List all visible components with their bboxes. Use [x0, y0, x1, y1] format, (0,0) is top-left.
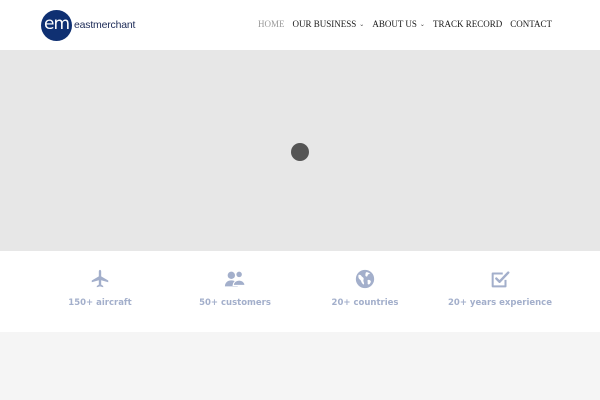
- nav-item-label: HOME: [258, 19, 285, 29]
- stat-aircraft: 150+ aircraft: [30, 268, 170, 308]
- logo[interactable]: em eastmerchant: [41, 9, 135, 41]
- nav-item-contact[interactable]: CONTACT: [510, 19, 552, 29]
- nav-item-label: TRACK RECORD: [432, 19, 503, 29]
- stat-label: 50+ customers: [199, 298, 271, 308]
- customers-icon: [224, 270, 246, 287]
- stat-label: 20+ years experience: [448, 298, 552, 308]
- hero-slider: [0, 50, 600, 251]
- site-header: em eastmerchant HOME OUR BUSINESS ⌄ ABOU…: [0, 0, 600, 50]
- nav-item-label: ABOUT US: [372, 19, 417, 29]
- chevron-down-icon: ⌄: [359, 21, 365, 28]
- nav-item-label: CONTACT: [510, 19, 552, 29]
- nav-item-our-business[interactable]: OUR BUSINESS ⌄: [293, 19, 365, 29]
- logo-text: eastmerchant: [74, 19, 136, 31]
- airplane-icon: [91, 269, 109, 288]
- nav-item-track-record[interactable]: TRACK RECORD: [433, 19, 502, 29]
- main-nav: HOME OUR BUSINESS ⌄ ABOUT US ⌄ TRACK REC…: [258, 19, 552, 29]
- nav-item-about-us[interactable]: ABOUT US ⌄: [372, 19, 425, 29]
- logo-mark: em: [41, 9, 72, 41]
- chevron-down-icon: ⌄: [419, 21, 425, 28]
- stat-countries: 20+ countries: [295, 268, 435, 308]
- stats-bar: 150+ aircraft 50+ customers 20+ countrie…: [0, 251, 600, 332]
- checkbox-icon: [491, 271, 510, 288]
- stat-experience: 20+ years experience: [430, 268, 570, 308]
- loading-spinner: [291, 143, 309, 161]
- stat-label: 150+ aircraft: [68, 298, 132, 308]
- nav-item-label: OUR BUSINESS: [292, 19, 357, 29]
- stat-label: 20+ countries: [331, 298, 399, 308]
- nav-item-home[interactable]: HOME: [258, 19, 285, 29]
- stat-customers: 50+ customers: [165, 268, 305, 308]
- content-section: [0, 332, 600, 400]
- globe-icon: [355, 269, 375, 289]
